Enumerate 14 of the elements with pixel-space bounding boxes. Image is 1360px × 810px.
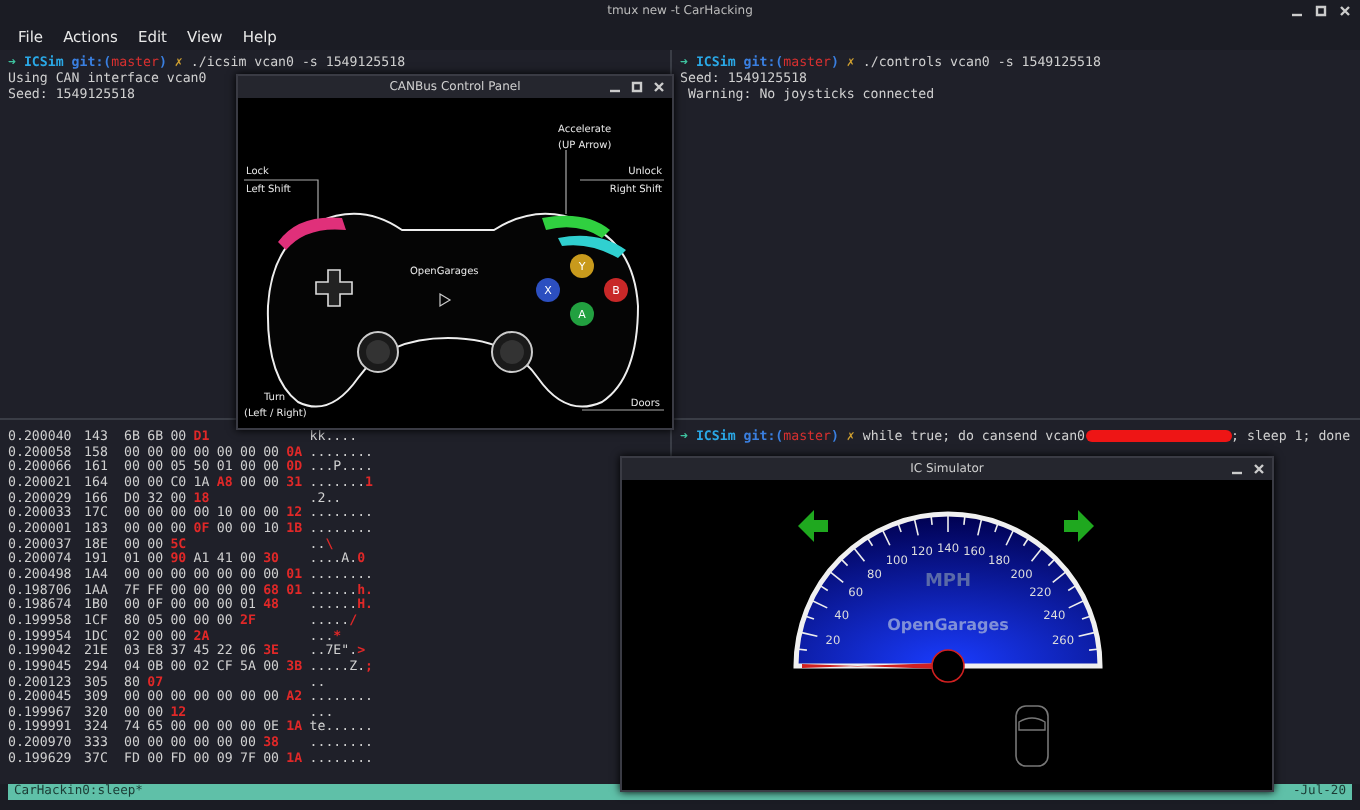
needle-hub bbox=[931, 649, 965, 683]
unit-label: MPH bbox=[924, 572, 972, 592]
maximize-button[interactable] bbox=[1314, 4, 1328, 18]
maximize-button[interactable] bbox=[630, 80, 644, 94]
close-button[interactable] bbox=[1252, 462, 1266, 476]
brand-label: OpenGarages bbox=[887, 616, 1009, 634]
close-button[interactable] bbox=[652, 80, 666, 94]
car-icon bbox=[1015, 705, 1049, 767]
leader-line bbox=[565, 149, 567, 215]
leader-line bbox=[579, 179, 665, 181]
leader-line bbox=[581, 409, 665, 411]
right-arrow-icon bbox=[1064, 510, 1094, 542]
close-button[interactable] bbox=[1338, 4, 1352, 18]
left-arrow-icon bbox=[798, 510, 828, 542]
